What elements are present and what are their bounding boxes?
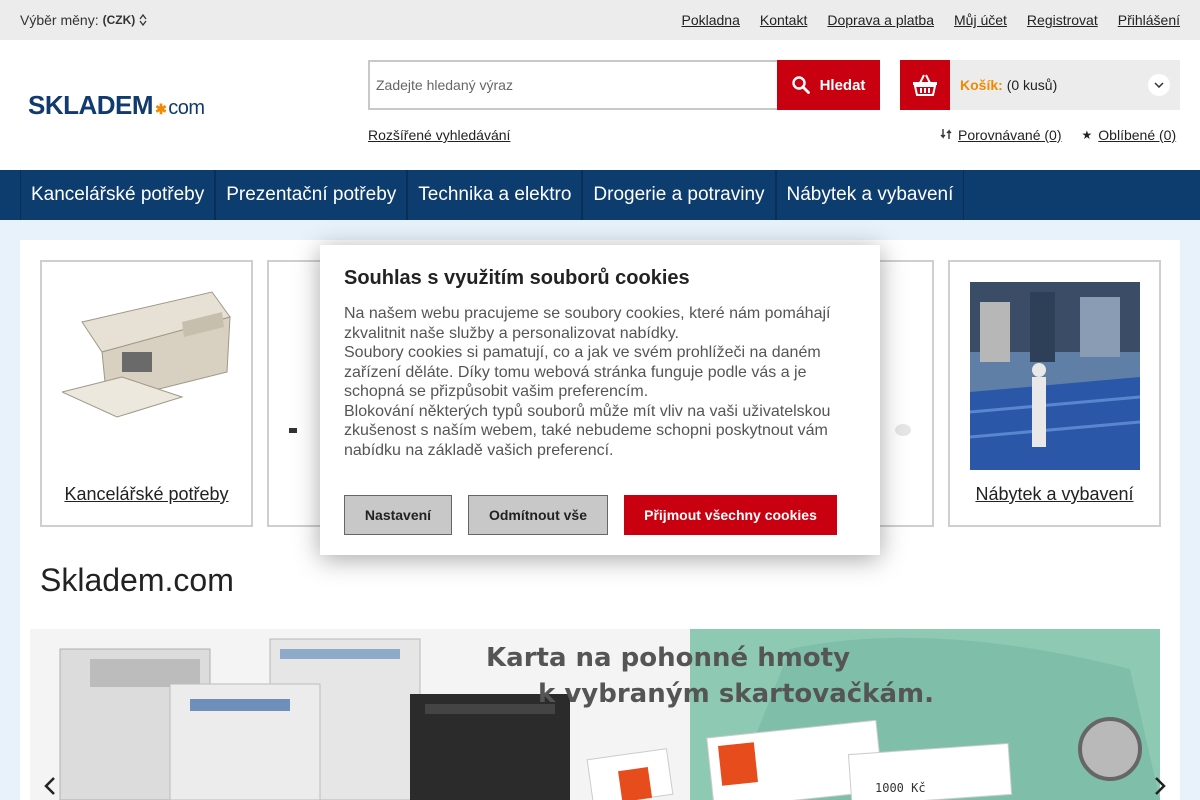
star-icon: ★ bbox=[1081, 128, 1093, 142]
link-login[interactable]: Přihlášení bbox=[1118, 12, 1180, 28]
link-contact[interactable]: Kontakt bbox=[760, 12, 807, 28]
link-register[interactable]: Registrovat bbox=[1027, 12, 1098, 28]
favorites-link[interactable]: Oblíbené (0) bbox=[1098, 127, 1176, 143]
nav-item-furniture[interactable]: Nábytek a vybavení bbox=[775, 170, 965, 220]
refresh-icon bbox=[940, 128, 952, 143]
star-icon: ✱ bbox=[155, 101, 167, 117]
banner-slogan-line1: Karta na pohonné hmoty bbox=[486, 643, 851, 673]
compare-item[interactable]: Porovnávané (0) bbox=[940, 127, 1062, 143]
carousel-prev-icon[interactable] bbox=[44, 776, 56, 800]
cookie-modal-text-1: Na našem webu pracujeme se soubory cooki… bbox=[344, 305, 831, 342]
search-button[interactable]: Hledat bbox=[777, 60, 880, 110]
favorites-item[interactable]: ★ Oblíbené (0) bbox=[1082, 127, 1177, 143]
category-card[interactable]: Kancelářské potřeby bbox=[40, 260, 253, 527]
banner-slogan-line2: k vybraným skartovačkám. bbox=[538, 679, 934, 709]
search-icon bbox=[791, 76, 810, 94]
logo-suffix: com bbox=[168, 97, 205, 119]
logo-main: SKLADEM bbox=[28, 90, 154, 120]
header: SKLADEM ✱ com Hledat Rozšířené vyhledává… bbox=[0, 40, 1200, 170]
cookie-modal-text-2: Soubory cookies si pamatují, co a jak ve… bbox=[344, 344, 821, 400]
sort-arrows-icon bbox=[139, 14, 147, 26]
search-button-label: Hledat bbox=[819, 76, 866, 94]
cookie-consent-modal: Souhlas s využitím souborů cookies Na na… bbox=[320, 245, 880, 555]
search-bar: Hledat bbox=[368, 60, 880, 110]
nav-item-office[interactable]: Kancelářské potřeby bbox=[20, 170, 216, 220]
carousel-next-icon[interactable] bbox=[1154, 776, 1166, 800]
cookie-modal-text-3: Blokování některých typů souborů může mí… bbox=[344, 402, 831, 459]
advanced-search-link[interactable]: Rozšířené vyhledávání bbox=[368, 127, 510, 143]
main-nav: Kancelářské potřeby Prezentační potřeby … bbox=[0, 170, 1200, 220]
currency-value: (CZK) bbox=[102, 13, 136, 27]
cart[interactable]: Košík: (0 kusů) bbox=[900, 60, 1180, 110]
category-card[interactable]: Nábytek a vybavení bbox=[948, 260, 1161, 527]
compare-link[interactable]: Porovnávané (0) bbox=[958, 127, 1062, 143]
folding-machine-image bbox=[62, 291, 231, 418]
fuel-card-value: 1000 Kč bbox=[875, 781, 926, 795]
link-shipping[interactable]: Doprava a platba bbox=[827, 12, 934, 28]
nav-item-tech[interactable]: Technika a elektro bbox=[407, 170, 583, 220]
promo-banner[interactable]: Karta na pohonné hmoty k vybraným skarto… bbox=[30, 629, 1160, 800]
cookie-settings-button[interactable]: Nastavení bbox=[344, 495, 452, 535]
link-checkout[interactable]: Pokladna bbox=[681, 12, 739, 28]
search-input[interactable] bbox=[368, 60, 777, 110]
cookie-accept-all-button[interactable]: Přijmout všechny cookies bbox=[624, 495, 837, 535]
currency-selector[interactable]: Výběr měny: (CZK) bbox=[20, 12, 147, 28]
currency-label: Výběr měny: bbox=[20, 12, 99, 28]
top-links: Pokladna Kontakt Doprava a platba Můj úč… bbox=[681, 12, 1180, 28]
top-bar: Výběr měny: (CZK) Pokladna Kontakt Dopra… bbox=[0, 0, 1200, 40]
category-label[interactable]: Kancelářské potřeby bbox=[42, 484, 251, 505]
category-label[interactable]: Nábytek a vybavení bbox=[950, 484, 1159, 505]
cart-label: Košík: bbox=[960, 77, 1003, 93]
cookie-modal-title: Souhlas s využitím souborů cookies bbox=[344, 267, 690, 289]
chevron-down-icon[interactable] bbox=[1148, 74, 1170, 96]
cart-summary: Košík: (0 kusů) bbox=[960, 77, 1057, 93]
nav-item-presentation[interactable]: Prezentační potřeby bbox=[215, 170, 408, 220]
factory-image bbox=[970, 282, 1140, 470]
link-my-account[interactable]: Můj účet bbox=[954, 12, 1007, 28]
nav-item-drugstore[interactable]: Drogerie a potraviny bbox=[582, 170, 776, 220]
compare-favorites: Porovnávané (0) ★ Oblíbené (0) bbox=[940, 127, 1176, 143]
basket-icon bbox=[900, 60, 950, 110]
cookie-modal-buttons: Nastavení Odmítnout vše Přijmout všechny… bbox=[344, 495, 837, 535]
cookie-reject-all-button[interactable]: Odmítnout vše bbox=[468, 495, 608, 535]
cart-count: (0 kusů) bbox=[1006, 77, 1058, 93]
page-title: Skladem.com bbox=[40, 562, 234, 598]
site-logo[interactable]: SKLADEM ✱ com bbox=[28, 90, 205, 121]
